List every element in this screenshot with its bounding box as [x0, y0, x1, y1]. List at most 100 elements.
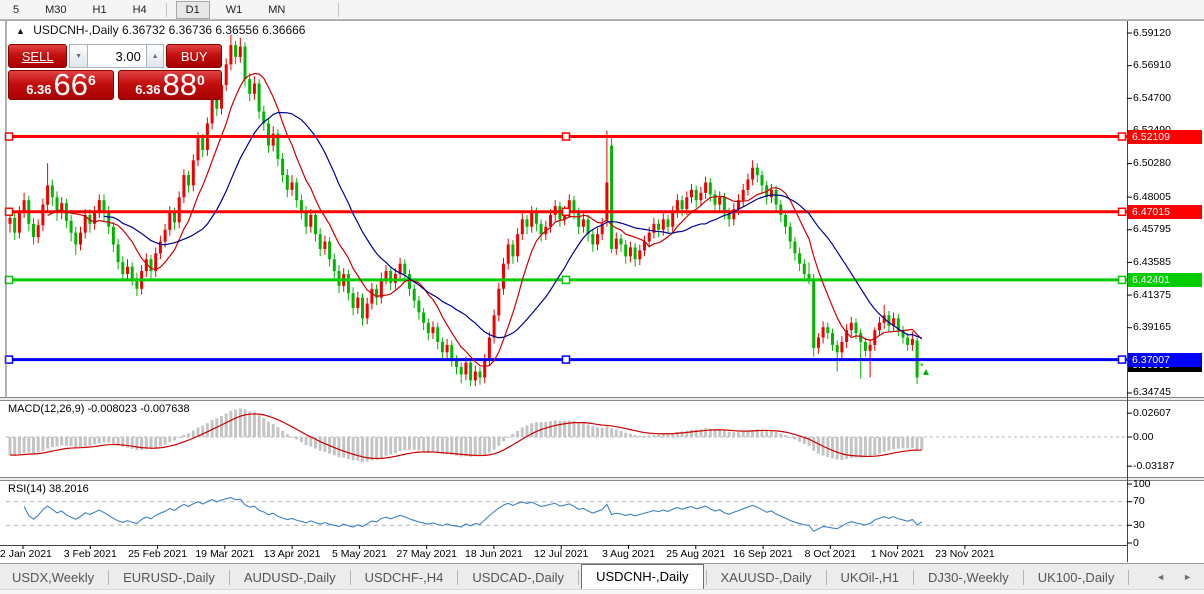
- macd-label: MACD(12,26,9) -0.008023 -0.007638: [8, 403, 190, 415]
- ma-slow-line: [104, 113, 922, 339]
- macd-histogram-bar: [836, 437, 839, 460]
- macd-histogram-bar: [117, 437, 120, 445]
- collapse-panel-icon[interactable]: ▲: [16, 26, 25, 36]
- macd-histogram-bar: [455, 437, 458, 456]
- macd-histogram-bar: [93, 437, 96, 445]
- candle-body: [197, 138, 200, 160]
- candle-body: [591, 234, 594, 244]
- line-handle[interactable]: [563, 356, 570, 363]
- candle-body: [211, 97, 214, 124]
- macd-histogram-bar: [178, 437, 181, 438]
- chart-tab-usdx-weekly[interactable]: USDX,Weekly: [0, 566, 106, 590]
- volume-increase-button[interactable]: ▲: [146, 44, 165, 68]
- macd-histogram-bar: [549, 421, 552, 437]
- timeframe-button-d1[interactable]: D1: [176, 1, 210, 19]
- candle-body: [685, 197, 688, 209]
- candle-body: [309, 215, 312, 227]
- candle-body: [427, 323, 430, 333]
- line-handle[interactable]: [563, 276, 570, 283]
- date-label: 3 Aug 2021: [602, 548, 655, 560]
- chart-tab-usdcad-daily[interactable]: USDCAD-,Daily: [460, 566, 576, 590]
- chart-tab-audusd-daily[interactable]: AUDUSD-,Daily: [232, 566, 348, 590]
- timeframe-button-5[interactable]: 5: [3, 1, 29, 19]
- candle-body: [831, 333, 834, 345]
- macd-histogram-bar: [173, 437, 176, 440]
- macd-histogram-bar: [662, 434, 665, 437]
- candle-body: [887, 315, 890, 325]
- macd-histogram-bar: [779, 433, 782, 437]
- timeframe-button-m30[interactable]: M30: [35, 1, 76, 19]
- macd-histogram-bar: [638, 436, 641, 437]
- macd-histogram-bar: [244, 409, 247, 437]
- sell-button[interactable]: SELL: [8, 44, 67, 68]
- level-price-tag: 6.47015: [1128, 205, 1202, 219]
- macd-histogram-bar: [375, 437, 378, 460]
- candle-body: [295, 182, 298, 200]
- date-label: 8 Oct 2021: [805, 548, 856, 560]
- candle-body: [164, 230, 167, 242]
- line-handle[interactable]: [1119, 276, 1126, 283]
- macd-histogram-bar: [591, 426, 594, 437]
- date-label: 16 Sep 2021: [733, 548, 793, 560]
- macd-histogram-bar: [41, 437, 44, 451]
- chart-tab-uk100-daily[interactable]: UK100-,Daily: [1026, 566, 1127, 590]
- timeframe-button-mn[interactable]: MN: [258, 1, 295, 19]
- macd-histogram-bar: [352, 437, 355, 460]
- line-handle[interactable]: [6, 356, 13, 363]
- candle-body: [483, 360, 486, 378]
- macd-histogram-bar: [262, 418, 265, 437]
- timeframe-button-w1[interactable]: W1: [216, 1, 253, 19]
- candle-body: [239, 47, 242, 57]
- chart-tab-ukoil-h1[interactable]: UKOil-,H1: [829, 566, 912, 590]
- candle-body: [385, 271, 388, 278]
- line-handle[interactable]: [6, 276, 13, 283]
- line-handle[interactable]: [6, 133, 13, 140]
- candle-body: [286, 175, 289, 190]
- line-handle[interactable]: [1119, 133, 1126, 140]
- candle-body: [436, 327, 439, 342]
- volume-input[interactable]: [88, 44, 146, 68]
- chart-tab-usdchf-h4[interactable]: USDCHF-,H4: [353, 566, 456, 590]
- line-handle[interactable]: [563, 208, 570, 215]
- volume-decrease-button[interactable]: ▼: [69, 44, 88, 68]
- tab-scroll-left-icon[interactable]: ◄: [1156, 572, 1165, 582]
- chart-tab-eurusd-daily[interactable]: EURUSD-,Daily: [111, 566, 227, 590]
- macd-histogram-bar: [450, 437, 453, 455]
- candle-body: [812, 278, 815, 347]
- macd-histogram-bar: [723, 430, 726, 437]
- candle-body: [178, 197, 181, 222]
- macd-histogram-bar: [234, 410, 237, 437]
- tab-scroll-right-icon[interactable]: ►: [1183, 572, 1192, 582]
- macd-histogram-bar: [511, 434, 514, 437]
- date-label: 12 Jul 2021: [534, 548, 588, 560]
- bid-price-tile[interactable]: 6.36 66 6: [8, 70, 114, 100]
- tab-separator: [706, 570, 707, 585]
- line-handle[interactable]: [563, 133, 570, 140]
- candle-body: [648, 233, 651, 242]
- level-price-tag: 6.37007: [1128, 353, 1202, 367]
- timeframe-button-h1[interactable]: H1: [83, 1, 117, 19]
- macd-histogram-bar: [464, 437, 467, 456]
- timeframe-button-h4[interactable]: H4: [123, 1, 157, 19]
- macd-histogram-bar: [624, 433, 627, 437]
- macd-histogram-bar: [488, 437, 491, 453]
- macd-tick-label: -0.03187: [1133, 460, 1174, 473]
- candle-body: [74, 233, 77, 245]
- line-handle[interactable]: [1119, 208, 1126, 215]
- candle-body: [234, 45, 237, 57]
- macd-histogram-bar: [695, 430, 698, 437]
- tab-separator: [229, 570, 230, 585]
- candle-body: [511, 244, 514, 256]
- macd-histogram-bar: [855, 437, 858, 457]
- candle-body: [305, 212, 308, 227]
- candle-body: [671, 212, 674, 227]
- macd-histogram-bar: [770, 431, 773, 437]
- chart-tab-dj30-weekly[interactable]: DJ30-,Weekly: [916, 566, 1021, 590]
- line-handle[interactable]: [6, 208, 13, 215]
- buy-button[interactable]: BUY: [166, 44, 222, 68]
- line-handle[interactable]: [1119, 356, 1126, 363]
- ask-price-tile[interactable]: 6.36 88 0: [118, 70, 222, 100]
- chart-header: ▲ USDCNH-,Daily 6.36732 6.36736 6.36556 …: [16, 23, 305, 37]
- chart-tab-usdcnh-daily[interactable]: USDCNH-,Daily: [581, 564, 703, 590]
- chart-tab-xauusd-daily[interactable]: XAUUSD-,Daily: [709, 566, 824, 590]
